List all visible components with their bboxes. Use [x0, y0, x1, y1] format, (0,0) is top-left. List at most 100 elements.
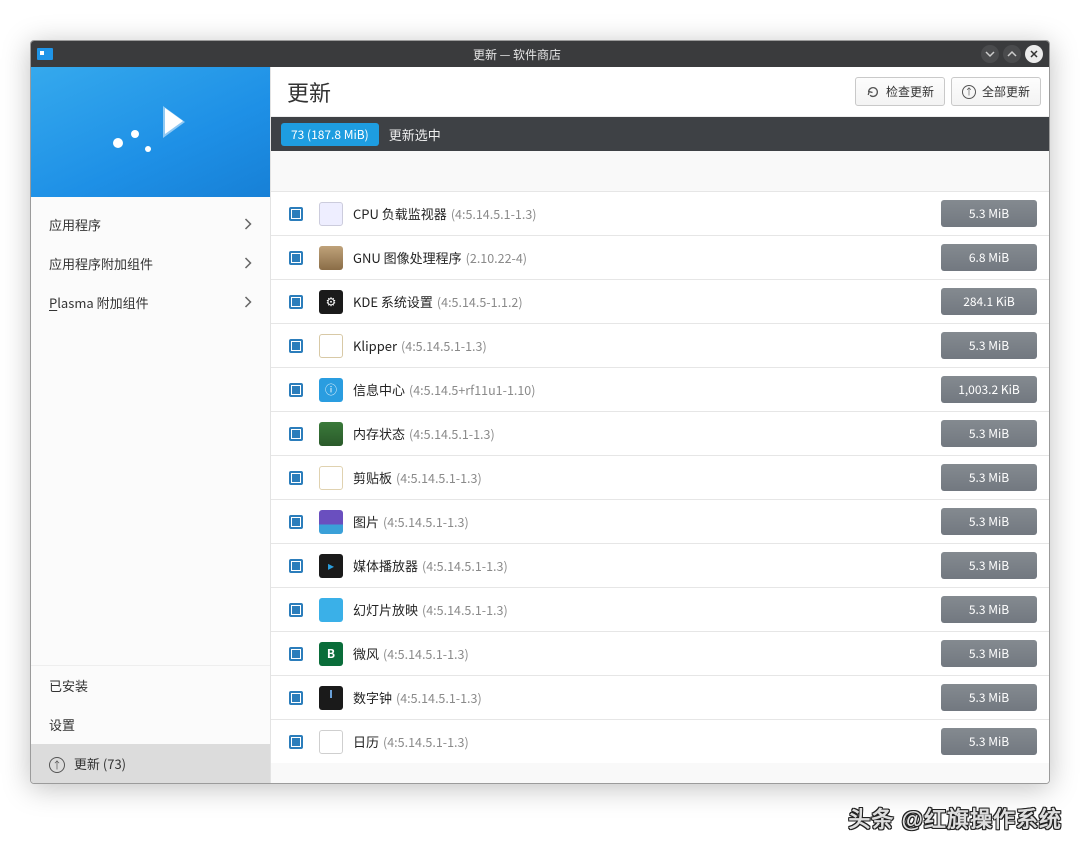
sidebar-item-installed[interactable]: 已安装 [31, 666, 270, 705]
checkbox[interactable] [289, 427, 303, 441]
update-row[interactable]: B微风(4:5.14.5.1-1.3)5.3 MiB [271, 631, 1049, 675]
update-version: (4:5.14.5.1-1.3) [422, 600, 508, 619]
update-size-button[interactable]: 5.3 MiB [941, 332, 1037, 359]
update-row[interactable]: Klipper(4:5.14.5.1-1.3) 5.3 MiB [271, 323, 1049, 367]
button-label: 全部更新 [982, 83, 1030, 100]
selection-badge[interactable]: 73 (187.8 MiB) [281, 123, 379, 146]
update-info: Klipper(4:5.14.5.1-1.3) [353, 336, 931, 355]
update-version: (4:5.14.5.1-1.3) [383, 644, 469, 663]
update-size-button[interactable]: 5.3 MiB [941, 640, 1037, 667]
update-size-button[interactable]: 5.3 MiB [941, 596, 1037, 623]
app-icon [319, 730, 343, 754]
update-size-button[interactable]: 5.3 MiB [941, 508, 1037, 535]
checkbox[interactable] [289, 603, 303, 617]
checkbox[interactable] [289, 735, 303, 749]
maximize-button[interactable] [1003, 45, 1021, 63]
chevron-right-icon [243, 254, 252, 273]
app-icon: ⓘ [319, 378, 343, 402]
minimize-button[interactable] [981, 45, 999, 63]
update-size-button[interactable]: 5.3 MiB [941, 552, 1037, 579]
update-name: 信息中心 [353, 380, 405, 399]
update-name: 图片 [353, 512, 379, 531]
update-size-button[interactable]: 284.1 KiB [941, 288, 1037, 315]
app-icon [319, 466, 343, 490]
update-info: CPU 负载监视器(4:5.14.5.1-1.3) [353, 204, 931, 223]
discover-logo-icon [111, 102, 191, 162]
sidebar: 应用程序应用程序附加组件 Plasma 附加组件 已安装 设置 ↑ 更新 (73) [31, 67, 271, 783]
app-icon [319, 510, 343, 534]
update-version: (4:5.14.5.1-1.3) [383, 512, 469, 531]
update-name: 幻灯片放映 [353, 600, 418, 619]
checkbox[interactable] [289, 691, 303, 705]
sidebar-item-label: ↑ 更新 (73) [49, 754, 126, 773]
app-icon [37, 48, 53, 60]
list-spacer [271, 151, 1049, 191]
update-info: 信息中心(4:5.14.5+rf11u1-1.10) [353, 380, 931, 399]
update-size-button[interactable]: 5.3 MiB [941, 728, 1037, 755]
update-info: 微风(4:5.14.5.1-1.3) [353, 644, 931, 663]
update-version: (4:5.14.5.1-1.3) [401, 336, 487, 355]
update-size-button[interactable]: 5.3 MiB [941, 420, 1037, 447]
sidebar-item-settings[interactable]: 设置 [31, 705, 270, 744]
checkbox[interactable] [289, 515, 303, 529]
update-size-button[interactable]: 5.3 MiB [941, 464, 1037, 491]
update-row[interactable]: 日历(4:5.14.5.1-1.3)5.3 MiB [271, 719, 1049, 763]
toolbar: 更新 检查更新 ↑ 全部更新 [271, 67, 1049, 117]
sidebar-hero [31, 67, 270, 197]
update-row[interactable]: 数字钟(4:5.14.5.1-1.3) 5.3 MiB [271, 675, 1049, 719]
app-window: 更新 — 软件商店 [30, 40, 1050, 784]
update-row[interactable]: 图片(4:5.14.5.1-1.3) 5.3 MiB [271, 499, 1049, 543]
checkbox[interactable] [289, 339, 303, 353]
update-info: 数字钟(4:5.14.5.1-1.3) [353, 688, 931, 707]
checkbox[interactable] [289, 207, 303, 221]
update-row[interactable]: ▸ 媒体播放器(4:5.14.5.1-1.3) 5.3 MiB [271, 543, 1049, 587]
page-title: 更新 [287, 76, 849, 108]
update-row[interactable]: 内存状态(4:5.14.5.1-1.3)5.3 MiB [271, 411, 1049, 455]
app-icon [319, 246, 343, 270]
update-name: 剪贴板 [353, 468, 392, 487]
update-name: GNU 图像处理程序 [353, 248, 462, 267]
app-icon [319, 202, 343, 226]
checkbox[interactable] [289, 383, 303, 397]
sidebar-item-label: 设置 [49, 715, 75, 734]
checkbox[interactable] [289, 471, 303, 485]
update-size-button[interactable]: 5.3 MiB [941, 684, 1037, 711]
sidebar-item[interactable]: 应用程序 [31, 205, 270, 244]
update-row[interactable]: GNU 图像处理程序(2.10.22-4) 6.8 MiB [271, 235, 1049, 279]
checkbox[interactable] [289, 559, 303, 573]
update-info: 媒体播放器(4:5.14.5.1-1.3) [353, 556, 931, 575]
update-row[interactable]: CPU 负载监视器(4:5.14.5.1-1.3) 5.3 MiB [271, 191, 1049, 235]
update-size-button[interactable]: 1,003.2 KiB [941, 376, 1037, 403]
update-name: KDE 系统设置 [353, 292, 433, 311]
update-name: 微风 [353, 644, 379, 663]
update-info: 剪贴板(4:5.14.5.1-1.3) [353, 468, 931, 487]
sidebar-item-updates[interactable]: ↑ 更新 (73) [31, 744, 270, 783]
sidebar-item-label: 应用程序附加组件 [49, 254, 153, 273]
button-label: 检查更新 [886, 83, 934, 100]
check-updates-button[interactable]: 检查更新 [855, 77, 945, 106]
sidebar-nav: 应用程序应用程序附加组件 Plasma 附加组件 [31, 197, 270, 322]
sidebar-bottom: 已安装 设置 ↑ 更新 (73) [31, 665, 270, 783]
chevron-right-icon [243, 215, 252, 234]
sidebar-item[interactable]: Plasma 附加组件 [31, 283, 270, 322]
close-button[interactable] [1025, 45, 1043, 63]
update-name: 媒体播放器 [353, 556, 418, 575]
update-all-button[interactable]: ↑ 全部更新 [951, 77, 1041, 106]
checkbox[interactable] [289, 647, 303, 661]
update-row[interactable]: ⚙KDE 系统设置(4:5.14.5-1.1.2)284.1 KiB [271, 279, 1049, 323]
update-info: GNU 图像处理程序(2.10.22-4) [353, 248, 931, 267]
update-row[interactable]: 幻灯片放映(4:5.14.5.1-1.3) 5.3 MiB [271, 587, 1049, 631]
checkbox[interactable] [289, 251, 303, 265]
update-version: (4:5.14.5.1-1.3) [396, 468, 482, 487]
checkbox[interactable] [289, 295, 303, 309]
update-info: 图片(4:5.14.5.1-1.3) [353, 512, 931, 531]
update-size-button[interactable]: 6.8 MiB [941, 244, 1037, 271]
update-version: (4:5.14.5+rf11u1-1.10) [409, 380, 535, 399]
updates-list[interactable]: CPU 负载监视器(4:5.14.5.1-1.3) 5.3 MiB GNU 图像处理… [271, 151, 1049, 783]
update-row[interactable]: ⓘ 信息中心(4:5.14.5+rf11u1-1.10) 1,003.2 KiB [271, 367, 1049, 411]
app-icon: ▸ [319, 554, 343, 578]
update-size-button[interactable]: 5.3 MiB [941, 200, 1037, 227]
sidebar-item-label: 应用程序 [49, 215, 101, 234]
sidebar-item[interactable]: 应用程序附加组件 [31, 244, 270, 283]
update-row[interactable]: 剪贴板(4:5.14.5.1-1.3) 5.3 MiB [271, 455, 1049, 499]
